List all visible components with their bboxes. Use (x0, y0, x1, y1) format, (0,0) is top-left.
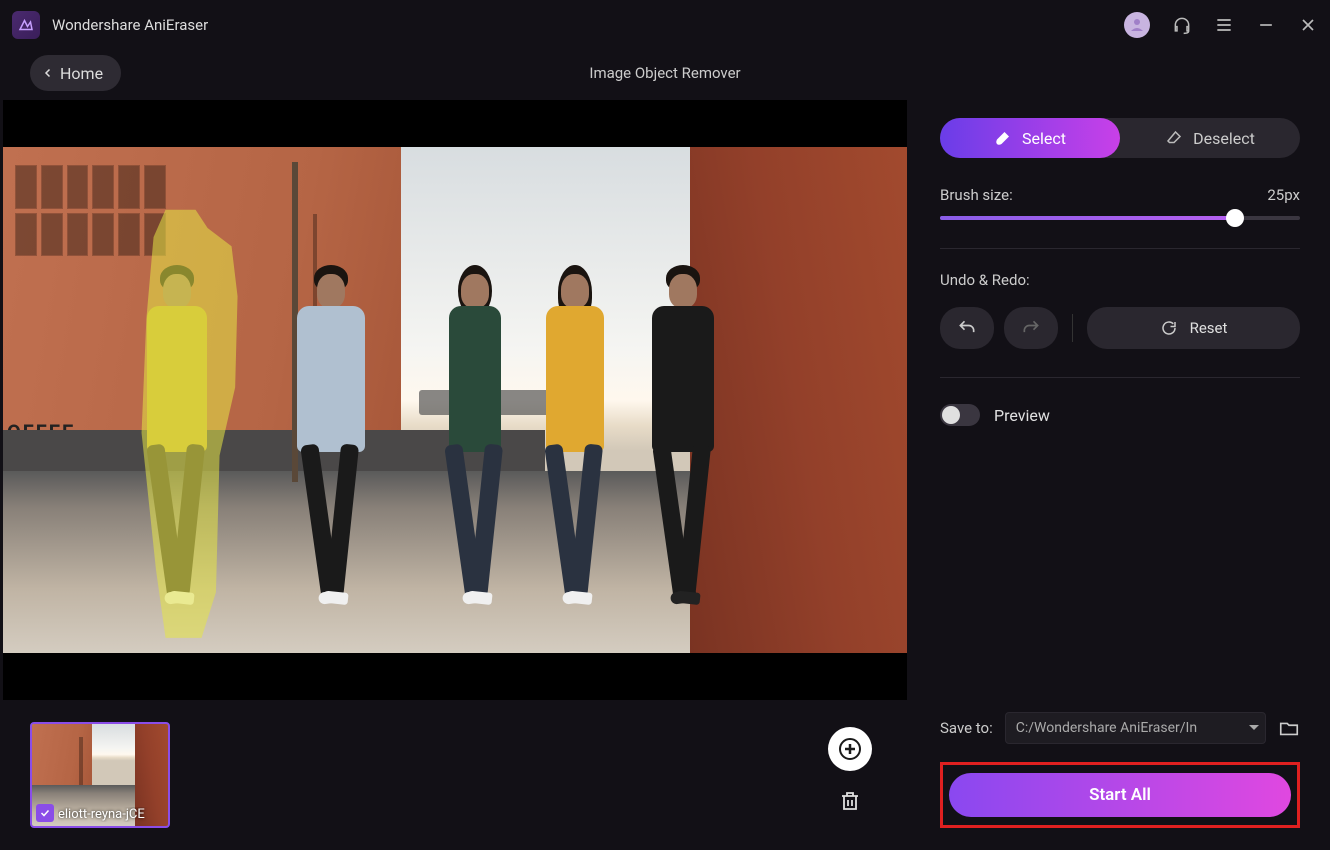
plus-circle-icon (838, 737, 862, 761)
undo-button[interactable] (940, 307, 994, 349)
reset-icon (1160, 319, 1178, 337)
eraser-icon (1165, 129, 1183, 147)
image-thumbnail[interactable]: eliott-reyna-jCE (30, 722, 170, 828)
redo-icon (1021, 318, 1041, 338)
user-avatar-icon[interactable] (1124, 12, 1150, 38)
tool-mode-segment: Select Deselect (940, 118, 1300, 158)
slider-thumb[interactable] (1226, 209, 1244, 227)
delete-image-button[interactable] (828, 779, 872, 823)
brush-size-slider[interactable] (940, 216, 1300, 220)
folder-browse-icon[interactable] (1278, 717, 1300, 739)
preview-toggle[interactable] (940, 404, 980, 426)
preview-label: Preview (994, 406, 1050, 425)
start-all-button[interactable]: Start All (949, 773, 1291, 817)
app-title: Wondershare AniEraser (52, 16, 208, 34)
support-headset-icon[interactable] (1172, 15, 1192, 35)
undo-icon (957, 318, 977, 338)
reset-button[interactable]: Reset (1087, 307, 1300, 349)
brush-icon (994, 129, 1012, 147)
brush-size-value: 25px (1267, 186, 1300, 204)
thumbnail-checkbox[interactable] (36, 804, 54, 822)
deselect-label: Deselect (1193, 129, 1255, 148)
reset-label: Reset (1190, 319, 1228, 337)
undo-redo-label: Undo & Redo: (940, 271, 1030, 289)
app-logo (12, 11, 40, 39)
brush-size-label: Brush size: (940, 186, 1013, 204)
select-label: Select (1022, 129, 1066, 148)
hamburger-menu-icon[interactable] (1214, 15, 1234, 35)
trash-icon (838, 789, 862, 813)
start-highlight-frame: Start All (940, 762, 1300, 828)
add-image-button[interactable] (828, 727, 872, 771)
chevron-left-icon (42, 66, 54, 80)
save-path-dropdown[interactable]: C:/Wondershare AniEraser/In (1005, 712, 1266, 744)
redo-button[interactable] (1004, 307, 1058, 349)
home-button[interactable]: Home (30, 55, 121, 91)
check-icon (39, 807, 51, 819)
window-close-icon[interactable] (1298, 15, 1318, 35)
home-label: Home (60, 64, 103, 83)
window-minimize-icon[interactable] (1256, 15, 1276, 35)
deselect-tool-button[interactable]: Deselect (1120, 118, 1300, 158)
page-title: Image Object Remover (589, 64, 740, 82)
thumbnail-filename: eliott-reyna-jCE (58, 807, 164, 822)
save-to-label: Save to: (940, 719, 993, 737)
select-tool-button[interactable]: Select (940, 118, 1120, 158)
save-path-value: C:/Wondershare AniEraser/In (1016, 720, 1197, 736)
start-all-label: Start All (1089, 785, 1151, 805)
editor-canvas[interactable]: OFFEE (3, 100, 907, 700)
